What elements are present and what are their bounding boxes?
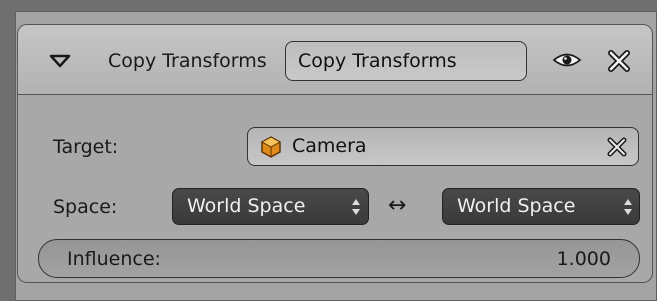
influence-label: Influence: <box>67 248 161 270</box>
camera-object-icon <box>260 136 282 158</box>
target-space-select[interactable]: World Space <box>442 188 640 225</box>
close-x-icon[interactable] <box>606 48 632 74</box>
target-space-value: World Space <box>457 195 576 217</box>
owner-space-select[interactable]: World Space <box>172 188 369 225</box>
target-label: Target: <box>53 136 119 158</box>
eye-icon[interactable] <box>552 48 582 72</box>
target-field[interactable]: Camera <box>247 127 639 166</box>
space-label: Space: <box>53 196 118 218</box>
influence-slider[interactable]: Influence: 1.000 <box>38 239 640 278</box>
updown-arrows-icon <box>352 199 360 215</box>
updown-arrows-icon <box>624 199 632 215</box>
space-separator: ↔ <box>388 193 407 218</box>
owner-space-value: World Space <box>187 195 306 217</box>
triangle-down-icon[interactable] <box>48 53 72 69</box>
influence-value: 1.000 <box>556 248 611 270</box>
target-value: Camera <box>292 135 367 157</box>
clear-x-icon[interactable] <box>606 136 628 158</box>
constraint-name-field[interactable]: Copy Transforms <box>285 41 527 81</box>
constraint-type-label: Copy Transforms <box>108 50 267 72</box>
